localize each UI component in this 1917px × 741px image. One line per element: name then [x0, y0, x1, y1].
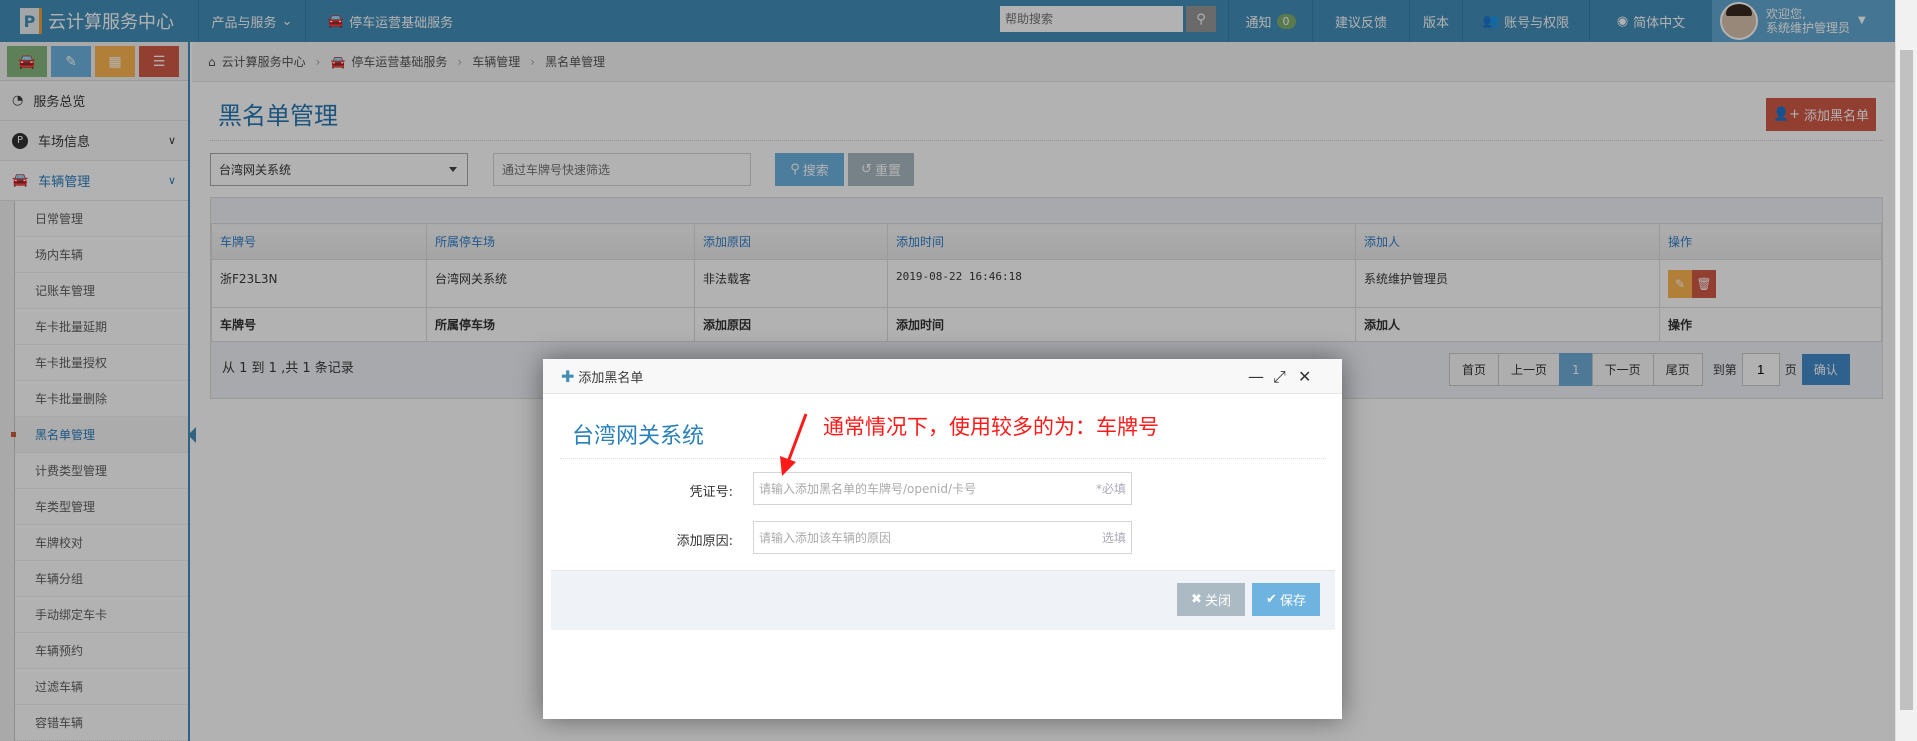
dialog-title: 添加黑名单: [578, 370, 644, 386]
close-icon[interactable]: ✕: [1298, 367, 1311, 386]
required-hint: *必填: [1095, 482, 1126, 496]
save-button[interactable]: ✔ 保存: [1252, 583, 1320, 616]
x-icon: ✖: [1191, 592, 1202, 607]
scrollbar[interactable]: [1895, 0, 1917, 741]
close-button[interactable]: ✖ 关闭: [1177, 583, 1245, 616]
dialog-header: ✚ 添加黑名单: [543, 359, 1342, 394]
voucher-placeholder: 请输入添加黑名单的车牌号/openid/卡号: [759, 482, 976, 496]
button-label: 关闭: [1204, 594, 1231, 609]
minimize-icon[interactable]: —: [1248, 367, 1264, 386]
scrollbar-thumb[interactable]: [1900, 50, 1913, 710]
voucher-label: 凭证号:: [689, 485, 733, 500]
annotation-text: 通常情况下，使用较多的为：车牌号: [823, 415, 1159, 439]
reason-placeholder: 请输入添加该车辆的原因: [759, 531, 892, 545]
reason-input[interactable]: 请输入添加该车辆的原因 选填: [753, 521, 1132, 554]
plus-icon: ✚: [561, 366, 575, 386]
check-icon: ✔: [1266, 592, 1277, 607]
reason-label: 添加原因:: [676, 534, 733, 549]
maximize-icon[interactable]: ⤢: [1273, 367, 1286, 387]
annotation-arrow-icon: [780, 413, 808, 476]
optional-hint: 选填: [1101, 531, 1126, 545]
parking-lot-name: 台湾网关系统: [572, 424, 705, 449]
button-label: 保存: [1279, 594, 1306, 609]
divider: [560, 458, 1326, 459]
